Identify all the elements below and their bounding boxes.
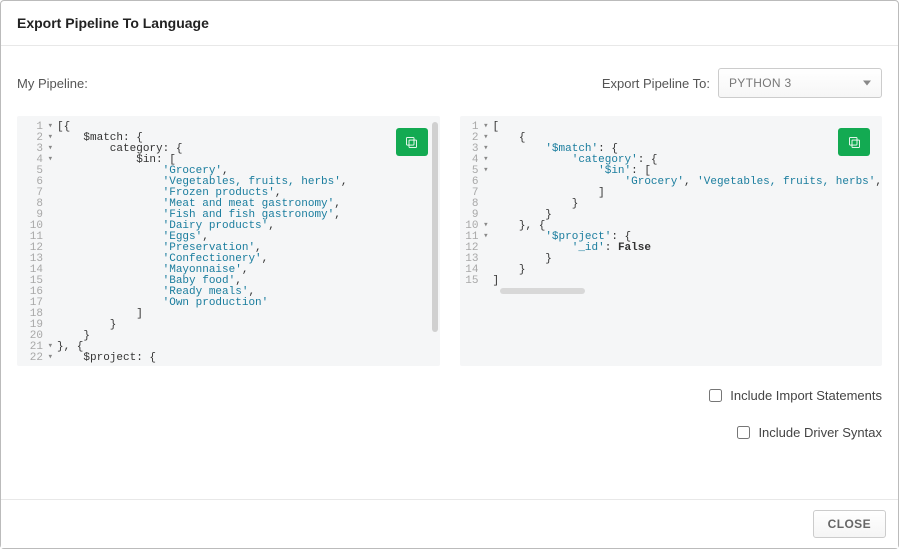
copy-icon [847,135,862,150]
scrollbar-vertical[interactable] [432,122,438,332]
copy-icon [404,135,419,150]
chevron-down-icon [863,81,871,86]
source-pipeline-pane: 1▾2▾3▾4▾56789101112131415161718192021▾22… [17,116,440,366]
exported-code-area[interactable]: 1▾2▾3▾4▾5▾678910▾11▾12131415 [ { '$match… [460,116,883,287]
include-imports-label: Include Import Statements [730,388,882,403]
dialog-content: My Pipeline: Export Pipeline To: PYTHON … [1,46,898,450]
source-code-area[interactable]: 1▾2▾3▾4▾56789101112131415161718192021▾22… [17,116,440,364]
exported-code-pane: 1▾2▾3▾4▾5▾678910▾11▾12131415 [ { '$match… [460,116,883,366]
top-row: My Pipeline: Export Pipeline To: PYTHON … [17,68,882,98]
dialog-header: Export Pipeline To Language [1,1,898,46]
include-driver-label: Include Driver Syntax [758,425,882,440]
close-button[interactable]: CLOSE [813,510,886,538]
include-imports-checkbox[interactable]: Include Import Statements [709,388,882,403]
include-driver-checkbox[interactable]: Include Driver Syntax [737,425,882,440]
dialog-footer: CLOSE [1,499,898,548]
copy-exported-button[interactable] [838,128,870,156]
language-dropdown[interactable]: PYTHON 3 [718,68,882,98]
export-to-label: Export Pipeline To: [602,76,710,91]
dialog-title: Export Pipeline To Language [17,15,882,31]
export-options: Include Import Statements Include Driver… [17,388,882,440]
copy-source-button[interactable] [396,128,428,156]
scrollbar-horizontal[interactable] [500,288,585,294]
my-pipeline-label: My Pipeline: [17,76,602,91]
code-panes: 1▾2▾3▾4▾56789101112131415161718192021▾22… [17,116,882,366]
include-imports-input[interactable] [709,389,722,402]
language-dropdown-value: PYTHON 3 [729,76,791,90]
include-driver-input[interactable] [737,426,750,439]
